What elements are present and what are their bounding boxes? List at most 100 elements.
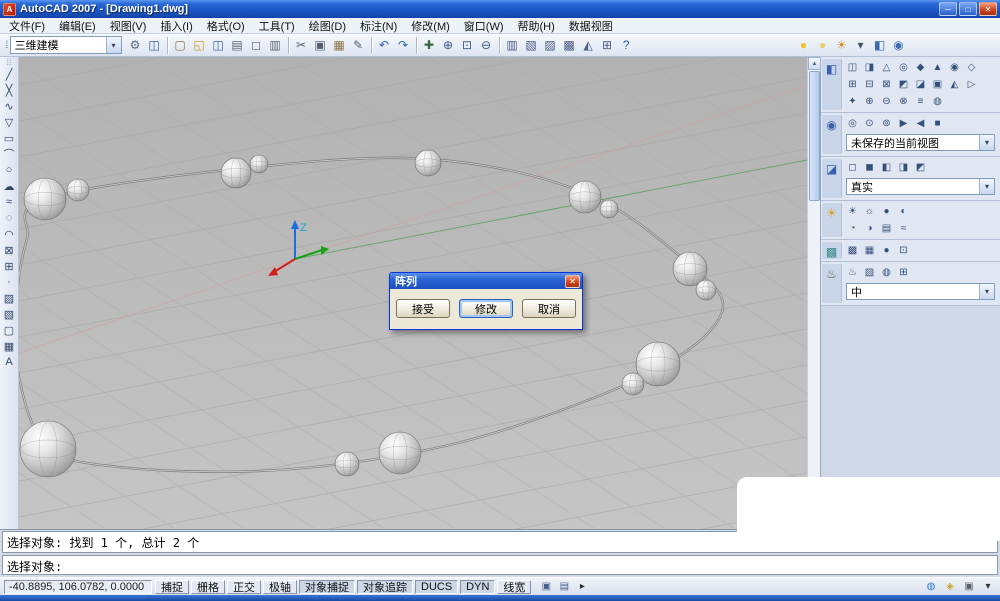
3d-make-tool-icon[interactable]: ◪ [912, 77, 929, 92]
menu-item[interactable]: 修改(M) [404, 18, 457, 34]
3d-make-tool-icon[interactable]: ⊕ [861, 94, 878, 109]
save-file-icon[interactable]: ◫ [209, 36, 228, 55]
workspace-combo[interactable]: 三维建模 ▾ [10, 36, 122, 54]
line-icon[interactable]: ╱ [1, 66, 18, 82]
light-tool-icon[interactable]: ☼ [861, 204, 878, 219]
render-tool-icon[interactable]: ♨ [844, 265, 861, 280]
menu-item[interactable]: 格式(O) [200, 18, 252, 34]
accept-button[interactable]: 接受 [396, 299, 450, 318]
3d-navigate-tool-icon[interactable]: ◀ [912, 116, 929, 131]
model-layout-icon[interactable]: ▣ [538, 580, 554, 594]
sphere[interactable] [250, 155, 268, 173]
menu-item[interactable]: 数据视图 [562, 18, 620, 34]
visual-style-tool-icon[interactable]: ◩ [912, 160, 929, 175]
3d-make-tool-icon[interactable]: ⊟ [861, 77, 878, 92]
light-tool-icon[interactable]: ☀ [844, 204, 861, 219]
visual-style-tool-icon[interactable]: ◻ [844, 160, 861, 175]
close-button[interactable]: ✕ [979, 2, 997, 16]
light-tool-icon[interactable]: ▤ [878, 221, 895, 236]
status-toggle[interactable]: 线宽 [497, 580, 531, 594]
sphere[interactable] [24, 178, 66, 220]
close-icon[interactable]: ✕ [565, 275, 580, 288]
menu-item[interactable]: 编辑(E) [52, 18, 103, 34]
menu-item[interactable]: 标注(N) [353, 18, 404, 34]
light-bulb-on-icon[interactable]: ● [794, 36, 813, 55]
status-toggle[interactable]: DUCS [415, 580, 458, 594]
chevron-down-icon[interactable]: ▾ [979, 284, 994, 299]
open-file-icon[interactable]: ◱ [190, 36, 209, 55]
status-toggle[interactable]: 对象追踪 [357, 580, 413, 594]
ellipse-icon[interactable]: ◌ [1, 210, 18, 226]
publish-icon[interactable]: ▥ [266, 36, 285, 55]
hatch-icon[interactable]: ▨ [1, 290, 18, 306]
3d-make-tool-icon[interactable]: ◆ [912, 60, 929, 75]
point-icon[interactable]: ∙ [1, 274, 18, 290]
paste-icon[interactable]: ▦ [330, 36, 349, 55]
sphere[interactable] [67, 179, 89, 201]
status-toggle[interactable]: 对象捕捉 [299, 580, 355, 594]
menu-item[interactable]: 文件(F) [2, 18, 52, 34]
sphere[interactable] [696, 280, 716, 300]
chevron-down-icon[interactable]: ▾ [979, 179, 994, 194]
sphere[interactable] [20, 421, 76, 477]
materials-tool-icon[interactable]: ⊡ [895, 243, 912, 258]
3d-make-panel-icon[interactable]: ◧ [822, 59, 842, 110]
render-dropdown[interactable]: 中▾ [846, 283, 995, 300]
3d-make-tool-icon[interactable]: ≡ [912, 94, 929, 109]
workspace-save-icon[interactable]: ◫ [145, 36, 164, 55]
insert-block-icon[interactable]: ⊠ [1, 242, 18, 258]
cut-icon[interactable]: ✂ [292, 36, 311, 55]
draw-toolbar-grip-icon[interactable]: ⁞⁞ [6, 58, 11, 66]
render-tool-icon[interactable]: ▧ [861, 265, 878, 280]
pan-icon[interactable]: ✚ [420, 36, 439, 55]
3d-navigate-panel-icon[interactable]: ◉ [822, 115, 842, 154]
coordinate-display[interactable]: -40.8895, 106.0782, 0.0000 [4, 580, 152, 594]
viewport-scrollbar[interactable]: ▲ ▼ [807, 57, 820, 529]
quickcalc-icon[interactable]: ⊞ [598, 36, 617, 55]
3d-make-tool-icon[interactable]: ◨ [861, 60, 878, 75]
sphere[interactable] [569, 181, 601, 213]
dialog-title-bar[interactable]: 阵列 ✕ [390, 273, 582, 289]
visual-style-panel-icon[interactable]: ◪ [822, 159, 842, 198]
light-bulb-off-icon[interactable]: ● [813, 36, 832, 55]
copy-icon[interactable]: ▣ [311, 36, 330, 55]
cancel-button[interactable]: 取消 [522, 299, 576, 318]
polygon-icon[interactable]: ▽ [1, 114, 18, 130]
menu-item[interactable]: 插入(I) [153, 18, 199, 34]
clean-screen-icon[interactable]: ▣ [961, 580, 977, 594]
mtext-icon[interactable]: A [1, 354, 18, 370]
circle-icon[interactable]: ○ [1, 162, 18, 178]
3d-navigate-tool-icon[interactable]: ⊚ [878, 116, 895, 131]
materials-panel-icon[interactable]: ▩ [822, 242, 842, 259]
3d-navigate-tool-icon[interactable]: ■ [929, 116, 946, 131]
toolbar-lock-icon[interactable]: ◈ [942, 580, 958, 594]
rectangle-icon[interactable]: ▭ [1, 130, 18, 146]
sphere[interactable] [600, 200, 618, 218]
designcenter-icon[interactable]: ▧ [522, 36, 541, 55]
plot-preview-icon[interactable]: ◻ [247, 36, 266, 55]
materials-tool-icon[interactable]: ▩ [844, 243, 861, 258]
3d-make-tool-icon[interactable]: ◍ [929, 94, 946, 109]
scroll-up-icon[interactable]: ▲ [808, 57, 821, 70]
3d-make-tool-icon[interactable]: ⊠ [878, 77, 895, 92]
markup-set-manager-icon[interactable]: ◭ [579, 36, 598, 55]
annotation-scale-icon[interactable]: ▤ [556, 580, 572, 594]
tool-palettes-icon[interactable]: ▨ [541, 36, 560, 55]
visual-style-dropdown[interactable]: 真实▾ [846, 178, 995, 195]
light-tool-icon[interactable]: ● [878, 204, 895, 219]
3d-make-tool-icon[interactable]: ⊖ [878, 94, 895, 109]
3d-make-tool-icon[interactable]: ◉ [946, 60, 963, 75]
command-input[interactable]: 选择对象: [2, 555, 998, 575]
render-tool-icon[interactable]: ⊞ [895, 265, 912, 280]
materials-tool-icon[interactable]: ● [878, 243, 895, 258]
region-icon[interactable]: ▢ [1, 322, 18, 338]
communication-center-icon[interactable]: ◍ [923, 580, 939, 594]
construction-line-icon[interactable]: ╳ [1, 82, 18, 98]
maximize-button[interactable]: □ [959, 2, 977, 16]
3d-navigate-tool-icon[interactable]: ⊙ [861, 116, 878, 131]
3d-navigate-tool-icon[interactable]: ◎ [844, 116, 861, 131]
sphere[interactable] [415, 150, 441, 176]
3d-make-tool-icon[interactable]: ◭ [946, 77, 963, 92]
scrollbar-thumb[interactable] [809, 71, 820, 201]
3d-make-tool-icon[interactable]: ◩ [895, 77, 912, 92]
